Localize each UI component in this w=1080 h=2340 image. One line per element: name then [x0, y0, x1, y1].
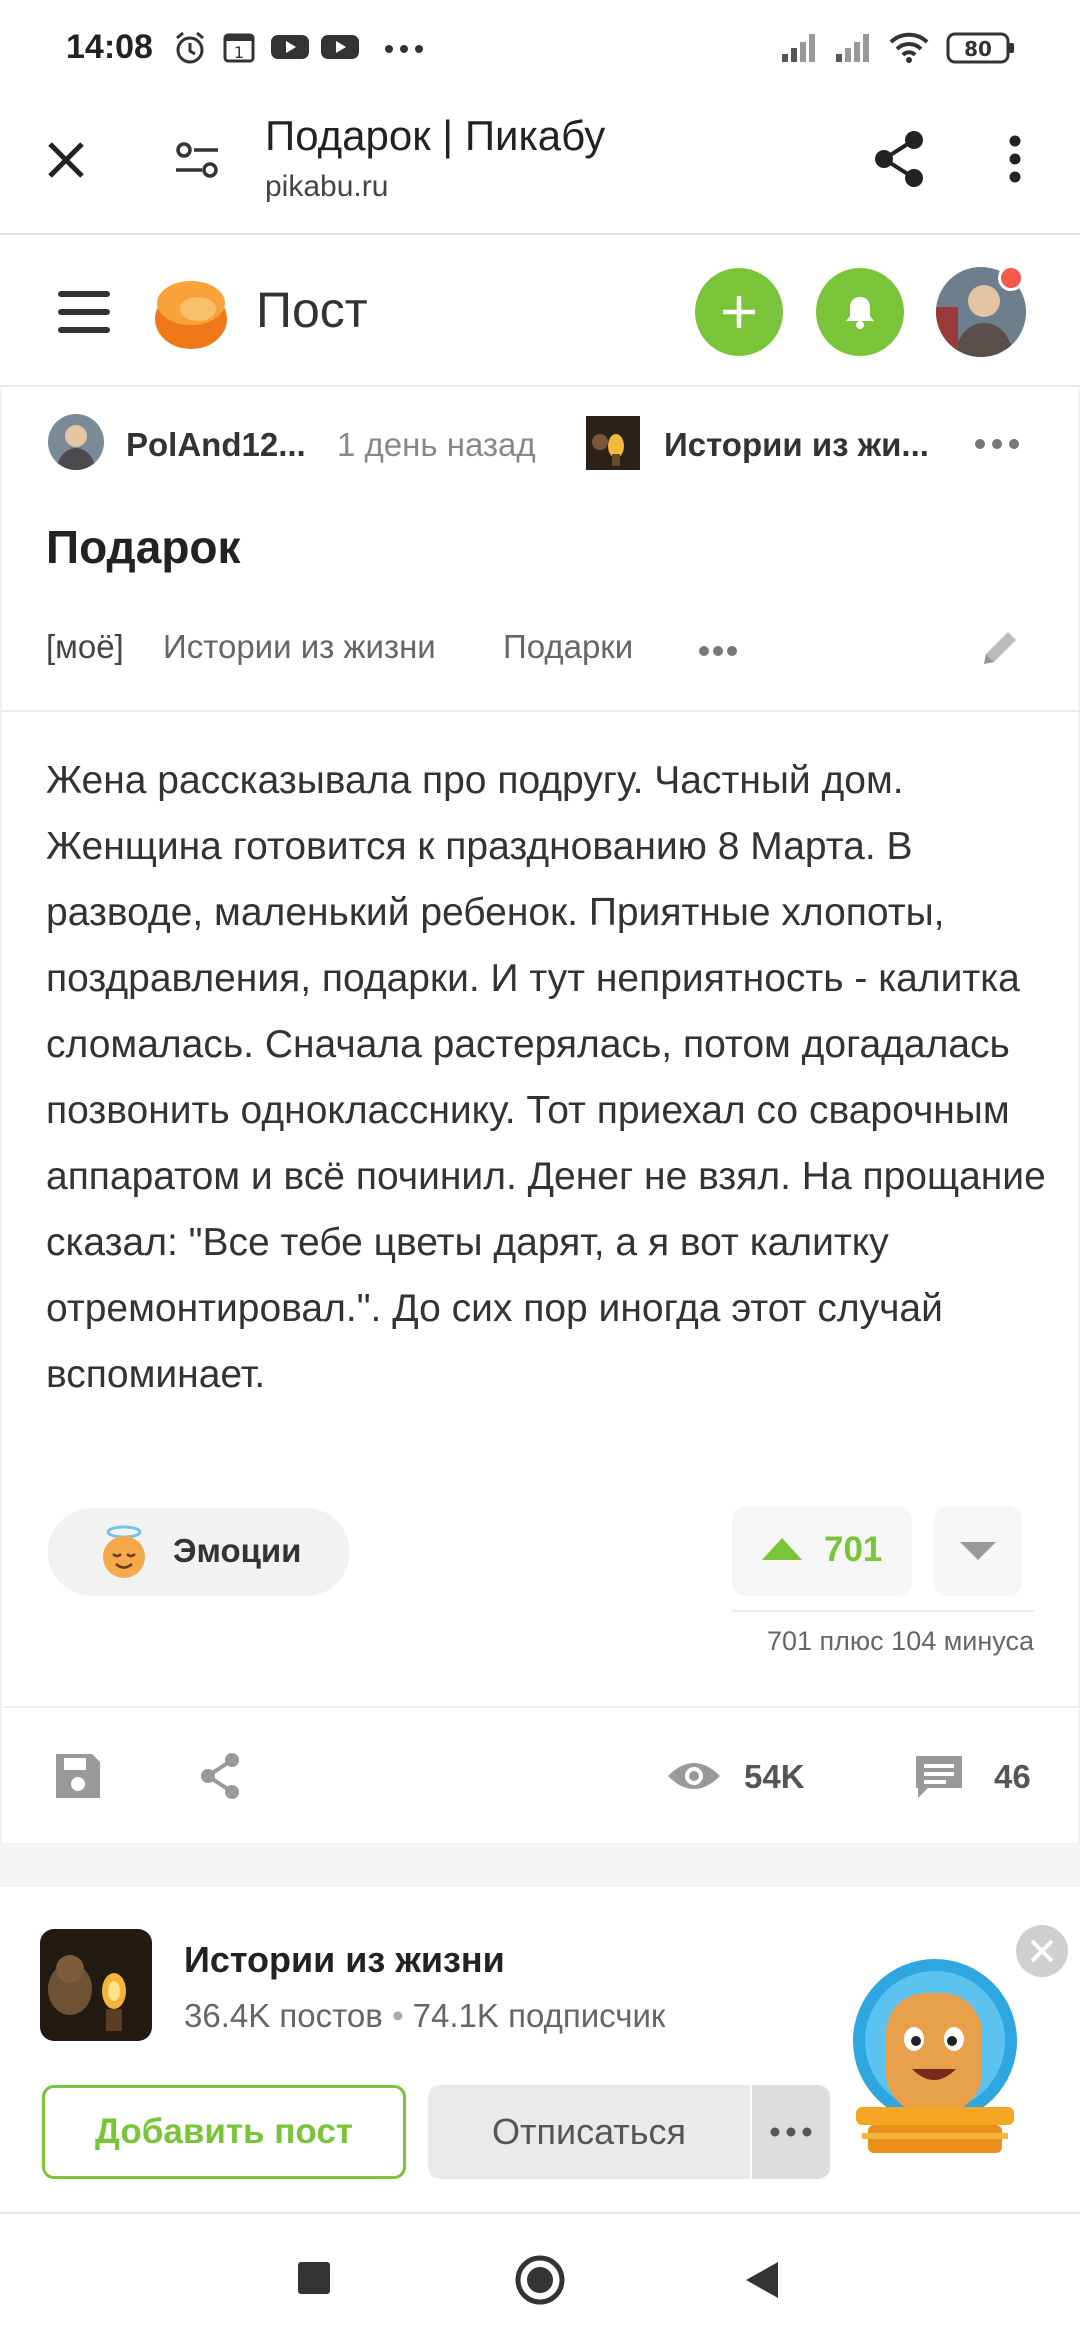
- views-count: 54K: [744, 1758, 805, 1795]
- community-stats: 36.4K постов • 74.1K подписчик: [184, 1997, 665, 2035]
- post-card: PolAnd12... 1 день назад Истории из жи..…: [0, 388, 1080, 1843]
- upvote-button[interactable]: 701: [732, 1506, 912, 1596]
- add-post-button[interactable]: Добавить пост: [42, 2085, 406, 2179]
- post-more-icon[interactable]: [974, 438, 1020, 450]
- bell-icon: [844, 294, 876, 330]
- post-title[interactable]: Подарок: [46, 520, 241, 574]
- upvote-arrow-icon: [760, 1536, 804, 1562]
- tags-more-icon[interactable]: [698, 645, 738, 657]
- community-link[interactable]: Истории из жи...: [664, 426, 929, 464]
- divider: [732, 1610, 1034, 1612]
- comments-icon[interactable]: [914, 1752, 964, 1802]
- subscribers-count: 74.1K подписчик: [412, 1997, 666, 2034]
- community-panel: Истории из жизни 36.4K постов • 74.1K по…: [0, 1887, 1080, 2209]
- browser-toolbar: Подарок | Пикабу pikabu.ru: [0, 100, 1080, 235]
- add-post-plus-button[interactable]: [695, 268, 783, 356]
- alarm-icon: [172, 30, 208, 66]
- emotions-button[interactable]: Эмоции: [48, 1508, 350, 1596]
- downvote-arrow-icon: [958, 1540, 998, 1562]
- community-more-button[interactable]: [752, 2085, 830, 2179]
- posts-count: 36.4K постов: [184, 1997, 383, 2034]
- more-dots-icon: [384, 44, 424, 54]
- site-settings-icon[interactable]: [174, 138, 220, 182]
- tag-life-stories[interactable]: Истории из жизни: [163, 628, 436, 666]
- signal-icon: [834, 30, 874, 64]
- back-icon[interactable]: [744, 2260, 780, 2300]
- recents-icon[interactable]: [298, 2262, 330, 2294]
- add-post-label: Добавить пост: [95, 2112, 353, 2151]
- post-body: Жена рассказывала про подругу. Частный д…: [46, 759, 1046, 1396]
- tag-gifts[interactable]: Подарки: [503, 628, 633, 666]
- system-nav-bar: [0, 2212, 1080, 2340]
- mascot-icon[interactable]: [842, 1957, 1028, 2157]
- community-name[interactable]: Истории из жизни: [184, 1939, 505, 1981]
- notifications-button[interactable]: [816, 268, 904, 356]
- hamburger-icon[interactable]: [58, 289, 110, 335]
- svg-text:1: 1: [234, 43, 244, 62]
- post-time: 1 день назад: [337, 426, 536, 463]
- notification-dot: [998, 265, 1024, 291]
- battery-icon: 80: [946, 30, 1016, 66]
- status-time: 14:08: [66, 28, 153, 66]
- rating-summary: 701 плюс 104 минуса: [767, 1626, 1034, 1656]
- unsubscribe-button[interactable]: Отписаться: [428, 2085, 750, 2179]
- menu-dots-icon[interactable]: [1008, 134, 1022, 184]
- author-name[interactable]: PolAnd12...: [126, 426, 306, 464]
- comments-count[interactable]: 46: [994, 1758, 1031, 1796]
- battery-level: 80: [964, 37, 992, 61]
- rating-count: 701: [824, 1530, 883, 1569]
- section-title: Пост: [256, 282, 368, 338]
- status-bar: 14:08 1 80: [0, 0, 1080, 100]
- wifi-icon: [888, 30, 930, 64]
- close-icon[interactable]: [46, 140, 86, 180]
- browser-page-title: Подарок | Пикабу: [265, 112, 606, 159]
- calendar-icon: 1: [222, 30, 256, 64]
- close-icon: [1030, 1939, 1054, 1963]
- tag-mine[interactable]: [моё]: [46, 628, 124, 666]
- unsubscribe-label: Отписаться: [491, 2111, 687, 2152]
- emotions-label: Эмоции: [173, 1532, 302, 1569]
- save-icon[interactable]: [54, 1752, 102, 1800]
- stats-separator: •: [391, 1997, 404, 2034]
- divider: [2, 1706, 1080, 1708]
- youtube-icon: [270, 30, 310, 64]
- divider: [2, 710, 1080, 712]
- site-header: Пост: [0, 237, 1080, 387]
- views-eye-icon: [666, 1758, 722, 1794]
- browser-url[interactable]: pikabu.ru: [265, 170, 388, 204]
- plus-icon: [721, 294, 757, 330]
- downvote-button[interactable]: [934, 1506, 1022, 1596]
- angel-emoji-icon: [96, 1524, 152, 1580]
- signal-icon: [780, 30, 820, 64]
- author-avatar[interactable]: [48, 414, 104, 470]
- share-post-icon[interactable]: [198, 1752, 242, 1800]
- pikabu-logo-icon[interactable]: [150, 273, 232, 353]
- share-icon[interactable]: [872, 130, 926, 188]
- home-icon[interactable]: [514, 2254, 566, 2306]
- edit-pencil-icon[interactable]: [980, 628, 1020, 668]
- close-panel-button[interactable]: [1016, 1925, 1068, 1977]
- more-dots-icon: [770, 2127, 812, 2137]
- community-avatar[interactable]: [586, 416, 640, 470]
- section-gap: [0, 1843, 1080, 1887]
- youtube-icon: [320, 30, 360, 64]
- community-image[interactable]: [40, 1929, 152, 2041]
